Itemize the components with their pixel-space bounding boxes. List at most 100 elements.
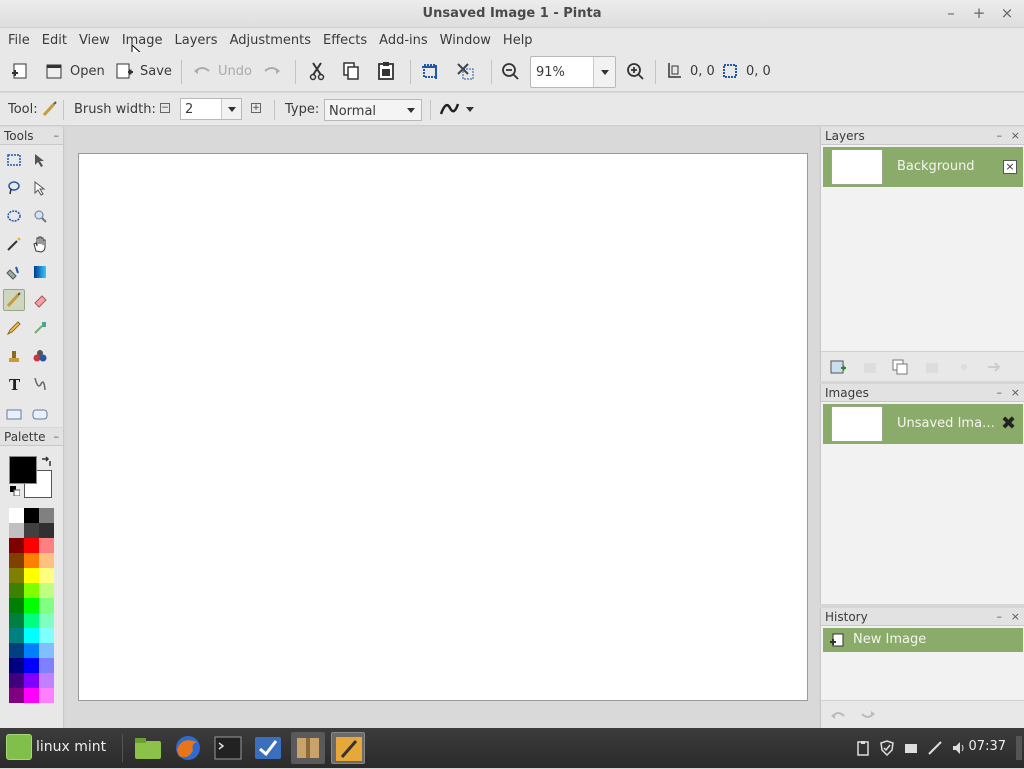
zoom-tool[interactable] bbox=[29, 205, 51, 227]
new-button[interactable] bbox=[10, 61, 30, 81]
zoom-dropdown-button[interactable] bbox=[593, 57, 615, 87]
merge-layer-icon[interactable] bbox=[923, 358, 941, 376]
history-undo-icon[interactable] bbox=[829, 707, 847, 723]
palette-panel-minimize[interactable]: – bbox=[54, 428, 60, 446]
rectangle-select-tool[interactable] bbox=[3, 149, 25, 171]
history-item[interactable]: New Image bbox=[823, 628, 1023, 652]
gradient-tool[interactable] bbox=[29, 261, 51, 283]
palette-color-swatch[interactable] bbox=[9, 673, 24, 688]
palette-color-swatch[interactable] bbox=[39, 643, 54, 658]
pan-tool[interactable] bbox=[29, 233, 51, 255]
magic-wand-tool[interactable] bbox=[3, 233, 25, 255]
primary-color-swatch[interactable] bbox=[9, 456, 37, 484]
zoom-out-button[interactable] bbox=[500, 61, 520, 81]
delete-layer-icon[interactable] bbox=[861, 358, 879, 376]
palette-color-swatch[interactable] bbox=[24, 673, 39, 688]
text-tool[interactable]: T bbox=[3, 373, 25, 395]
shield-icon[interactable] bbox=[879, 740, 895, 756]
open-button[interactable]: Open bbox=[44, 61, 105, 81]
palette-color-swatch[interactable] bbox=[39, 613, 54, 628]
palette-color-swatch[interactable] bbox=[39, 658, 54, 673]
cut-button[interactable] bbox=[307, 61, 327, 81]
pen-icon[interactable] bbox=[927, 740, 943, 756]
paintbrush-tool[interactable] bbox=[3, 289, 25, 311]
copy-button[interactable] bbox=[341, 61, 361, 81]
palette-color-swatch[interactable] bbox=[9, 688, 24, 703]
palette-color-swatch[interactable] bbox=[24, 538, 39, 553]
rectangle-tool[interactable] bbox=[3, 403, 25, 425]
palette-color-swatch[interactable] bbox=[24, 568, 39, 583]
palette-color-swatch[interactable] bbox=[24, 643, 39, 658]
palette-color-swatch[interactable] bbox=[24, 613, 39, 628]
palette-color-swatch[interactable] bbox=[9, 508, 24, 523]
palette-color-swatch[interactable] bbox=[39, 628, 54, 643]
palette-color-swatch[interactable] bbox=[24, 523, 39, 538]
taskbar-tasks[interactable] bbox=[251, 732, 285, 764]
crop-to-selection-button[interactable] bbox=[420, 61, 440, 81]
taskbar-firefox[interactable] bbox=[171, 732, 205, 764]
palette-color-swatch[interactable] bbox=[24, 628, 39, 643]
menu-addins[interactable]: Add-ins bbox=[373, 33, 433, 48]
palette-color-swatch[interactable] bbox=[9, 553, 24, 568]
palette-color-swatch[interactable] bbox=[39, 553, 54, 568]
palette-color-swatch[interactable] bbox=[9, 523, 24, 538]
tools-panel-minimize[interactable]: – bbox=[54, 127, 60, 145]
menu-help[interactable]: Help bbox=[497, 33, 539, 48]
clipboard-icon[interactable] bbox=[855, 740, 871, 756]
minimize-button[interactable]: – bbox=[942, 4, 960, 22]
palette-color-swatch[interactable] bbox=[24, 583, 39, 598]
brush-width-increase-button[interactable]: + bbox=[251, 103, 261, 113]
redo-button[interactable] bbox=[262, 61, 282, 81]
network-icon[interactable] bbox=[903, 740, 919, 756]
clone-stamp-tool[interactable] bbox=[3, 345, 25, 367]
menu-file[interactable]: File bbox=[2, 33, 36, 48]
antialiasing-button[interactable] bbox=[438, 98, 478, 120]
zoom-combo[interactable]: 91% bbox=[530, 56, 616, 88]
layers-panel-close[interactable]: × bbox=[1011, 127, 1020, 145]
eraser-tool[interactable] bbox=[29, 289, 51, 311]
menu-adjustments[interactable]: Adjustments bbox=[224, 33, 317, 48]
palette-color-swatch[interactable] bbox=[39, 523, 54, 538]
palette-color-swatch[interactable] bbox=[9, 568, 24, 583]
ellipse-select-tool[interactable] bbox=[3, 205, 25, 227]
taskbar-terminal[interactable] bbox=[211, 732, 245, 764]
image-canvas[interactable] bbox=[78, 153, 808, 701]
brush-width-input[interactable]: 2 bbox=[180, 98, 242, 120]
undo-button[interactable]: Undo bbox=[192, 61, 252, 81]
palette-color-swatch[interactable] bbox=[24, 553, 39, 568]
palette-color-swatch[interactable] bbox=[39, 688, 54, 703]
history-redo-icon[interactable] bbox=[859, 707, 877, 723]
show-desktop-button[interactable] bbox=[1016, 736, 1022, 760]
history-panel-minimize[interactable]: – bbox=[997, 608, 1003, 626]
palette-color-swatch[interactable] bbox=[39, 673, 54, 688]
recolor-tool[interactable] bbox=[29, 345, 51, 367]
palette-color-swatch[interactable] bbox=[9, 583, 24, 598]
palette-color-swatch[interactable] bbox=[39, 583, 54, 598]
zoom-in-button[interactable] bbox=[625, 61, 645, 81]
menu-layers[interactable]: Layers bbox=[169, 33, 224, 48]
palette-color-swatch[interactable] bbox=[9, 643, 24, 658]
palette-color-swatch[interactable] bbox=[39, 538, 54, 553]
start-menu-button[interactable]: linux mint bbox=[0, 728, 118, 768]
close-button[interactable]: × bbox=[998, 4, 1016, 22]
menu-view[interactable]: View bbox=[73, 33, 116, 48]
palette-color-swatch[interactable] bbox=[9, 628, 24, 643]
move-layer-icon[interactable] bbox=[985, 358, 1003, 376]
move-selection-tool[interactable] bbox=[29, 177, 51, 199]
palette-color-swatch[interactable] bbox=[9, 613, 24, 628]
images-panel-minimize[interactable]: – bbox=[997, 384, 1003, 402]
reset-colors-icon[interactable] bbox=[10, 486, 20, 496]
color-picker-tool[interactable] bbox=[29, 317, 51, 339]
palette-color-swatch[interactable] bbox=[39, 568, 54, 583]
menu-effects[interactable]: Effects bbox=[317, 33, 373, 48]
palette-color-swatch[interactable] bbox=[24, 508, 39, 523]
palette-color-swatch[interactable] bbox=[24, 688, 39, 703]
palette-color-swatch[interactable] bbox=[9, 658, 24, 673]
taskbar-archive[interactable] bbox=[291, 732, 325, 764]
palette-color-swatch[interactable] bbox=[24, 658, 39, 673]
save-button[interactable]: Save bbox=[114, 61, 172, 81]
image-row[interactable]: Unsaved Ima… ✖ bbox=[823, 404, 1023, 444]
images-panel-close[interactable]: × bbox=[1011, 384, 1020, 402]
add-layer-icon[interactable] bbox=[829, 358, 847, 376]
deselect-button[interactable] bbox=[455, 61, 475, 81]
